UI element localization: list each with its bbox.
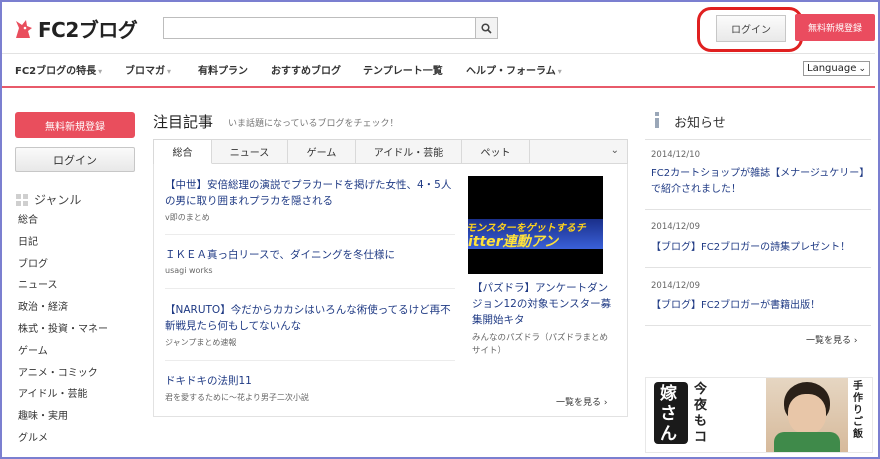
article-title[interactable]: 【NARUTO】今だからカカシはいろんな術使ってるけど再不斬戦見たら何もしてない… bbox=[165, 302, 455, 334]
chevron-down-icon: ▾ bbox=[98, 67, 103, 76]
article-item[interactable]: 【NARUTO】今だからカカシはいろんな術使ってるけど再不斬戦見たら何もしてない… bbox=[165, 302, 455, 348]
genre-list: 総合 日記 ブログ ニュース 政治・経済 株式・投資・マネー ゲーム アニメ・コ… bbox=[18, 210, 108, 450]
tab-general[interactable]: 総合 bbox=[154, 140, 212, 164]
article-source[interactable]: 君を愛するために～花より男子二次小説 bbox=[165, 392, 455, 403]
divider bbox=[165, 234, 455, 235]
notice-date: 2014/12/09 bbox=[651, 281, 700, 291]
genre-heading: ジャンル bbox=[16, 191, 81, 208]
banner-face bbox=[788, 394, 826, 434]
nav-item-help[interactable]: ヘルプ・フォーラム ▾ bbox=[466, 62, 562, 77]
genre-item[interactable]: ニュース bbox=[18, 275, 108, 297]
banner-photo bbox=[766, 378, 848, 452]
genre-item[interactable]: グルメ bbox=[18, 428, 108, 450]
divider bbox=[645, 325, 871, 326]
article-title[interactable]: 【パズドラ】アンケートダンジョン12の対象モンスター募集開始キタ bbox=[472, 280, 612, 328]
notices-more-link[interactable]: 一覧を見る › bbox=[806, 333, 857, 346]
notice-title[interactable]: FC2カートショップが雑誌【メナージュケリー】で紹介されました！ bbox=[651, 166, 866, 198]
article-source[interactable]: v即のまとめ bbox=[165, 212, 455, 223]
tab-game[interactable]: ゲーム bbox=[288, 140, 356, 163]
article-title[interactable]: ドキドキの法則11 bbox=[165, 373, 455, 389]
chevron-down-icon: ▾ bbox=[167, 67, 172, 76]
banner-text: 嫁さん bbox=[660, 384, 677, 444]
grid-icon bbox=[16, 193, 28, 206]
login-button-sidebar[interactable]: ログイン bbox=[15, 147, 135, 172]
chevron-down-icon: ▾ bbox=[557, 67, 562, 76]
chevron-down-icon: ⌄ bbox=[858, 63, 866, 74]
divider bbox=[645, 267, 871, 268]
divider bbox=[165, 288, 455, 289]
banner-text: 今夜もコ bbox=[694, 382, 708, 445]
register-button-sidebar[interactable]: 無料新規登録 bbox=[15, 112, 135, 138]
tab-pet[interactable]: ペット bbox=[462, 140, 530, 163]
article-source[interactable]: ジャンプまとめ速報 bbox=[165, 337, 455, 348]
featured-tabs: 総合 ニュース ゲーム アイドル・芸能 ペット ⌄ bbox=[153, 139, 628, 164]
article-thumbnail[interactable]: モンスターをゲットするチ itter連動アン bbox=[468, 176, 603, 274]
search-button[interactable] bbox=[475, 17, 498, 39]
genre-item[interactable]: 政治・経済 bbox=[18, 297, 108, 319]
genre-item[interactable]: 総合 bbox=[18, 210, 108, 232]
nav-item-paid-plan[interactable]: 有料プラン bbox=[198, 62, 248, 77]
nav-item-features[interactable]: FC2ブログの特長 ▾ bbox=[15, 62, 102, 77]
language-select-label: Language bbox=[807, 63, 857, 74]
article-item[interactable]: ドキドキの法則11 君を愛するために～花より男子二次小説 bbox=[165, 373, 455, 403]
article-title[interactable]: ＩＫＥＡ真っ白リースで、ダイニングを冬仕様に bbox=[165, 247, 455, 263]
search-icon bbox=[481, 22, 492, 34]
article-source[interactable]: みんなのパズドラ（パズドラまとめサイト） bbox=[472, 332, 612, 358]
genre-item[interactable]: 株式・投資・マネー bbox=[18, 319, 108, 341]
notice-title[interactable]: 【ブログ】FC2ブロガーの詩集プレゼント！ bbox=[651, 240, 866, 256]
article-item[interactable]: 【中世】安倍総理の演説でプラカードを掲げた女性、4・5人の男に取り囲まれプラカを… bbox=[165, 177, 455, 223]
tab-news[interactable]: ニュース bbox=[212, 140, 288, 163]
notice-date: 2014/12/10 bbox=[651, 150, 700, 160]
language-select[interactable]: Language ⌄ bbox=[803, 61, 870, 76]
featured-subtitle: いま話題になっているブログをチェック！ bbox=[228, 119, 399, 129]
article-title[interactable]: 【中世】安倍総理の演説でプラカードを掲げた女性、4・5人の男に取り囲まれプラカを… bbox=[165, 177, 455, 209]
login-button-header[interactable]: ログイン bbox=[716, 15, 786, 42]
ad-banner[interactable]: 嫁さん 今夜もコ 手作りご飯 bbox=[645, 377, 873, 453]
genre-heading-label: ジャンル bbox=[34, 193, 82, 207]
featured-more-link[interactable]: 一覧を見る › bbox=[556, 395, 607, 408]
banner-shirt bbox=[774, 432, 840, 452]
nav-item-recommended[interactable]: おすすめブログ bbox=[271, 62, 341, 77]
article-item[interactable]: ＩＫＥＡ真っ白リースで、ダイニングを冬仕様に usagi works bbox=[165, 247, 455, 275]
genre-item[interactable]: 日記 bbox=[18, 232, 108, 254]
search-input[interactable] bbox=[163, 17, 497, 39]
genre-item[interactable]: ブログ bbox=[18, 254, 108, 276]
chevron-down-icon[interactable]: ⌄ bbox=[611, 145, 619, 156]
article-source[interactable]: usagi works bbox=[165, 266, 455, 275]
notice-title[interactable]: 【ブログ】FC2ブロガーが書籍出版！ bbox=[651, 298, 866, 314]
genre-item[interactable]: ゲーム bbox=[18, 341, 108, 363]
genre-item[interactable]: アイドル・芸能 bbox=[18, 384, 108, 406]
notices-title: お知らせ bbox=[674, 116, 726, 131]
divider bbox=[645, 209, 871, 210]
fc2-unicorn-icon bbox=[16, 19, 32, 38]
genre-item[interactable]: 趣味・実用 bbox=[18, 406, 108, 428]
divider bbox=[645, 139, 871, 140]
nav-item-blomaga[interactable]: ブロマガ ▾ bbox=[125, 62, 171, 77]
nav-item-templates[interactable]: テンプレート一覧 bbox=[363, 62, 443, 77]
fc2-logo[interactable]: FC2ブログ bbox=[14, 14, 138, 43]
divider bbox=[165, 360, 455, 361]
header-divider bbox=[2, 86, 875, 88]
info-icon bbox=[655, 112, 659, 128]
featured-title: 注目記事 bbox=[153, 113, 214, 131]
banner-text: 手作りご飯 bbox=[853, 381, 863, 440]
thumbnail-text: itter連動アン bbox=[468, 234, 559, 250]
notice-date: 2014/12/09 bbox=[651, 222, 700, 232]
tab-idol[interactable]: アイドル・芸能 bbox=[356, 140, 462, 163]
register-button-header[interactable]: 無料新規登録 bbox=[795, 14, 875, 41]
logo-text: FC2ブログ bbox=[38, 18, 138, 42]
genre-item[interactable]: アニメ・コミック bbox=[18, 363, 108, 385]
